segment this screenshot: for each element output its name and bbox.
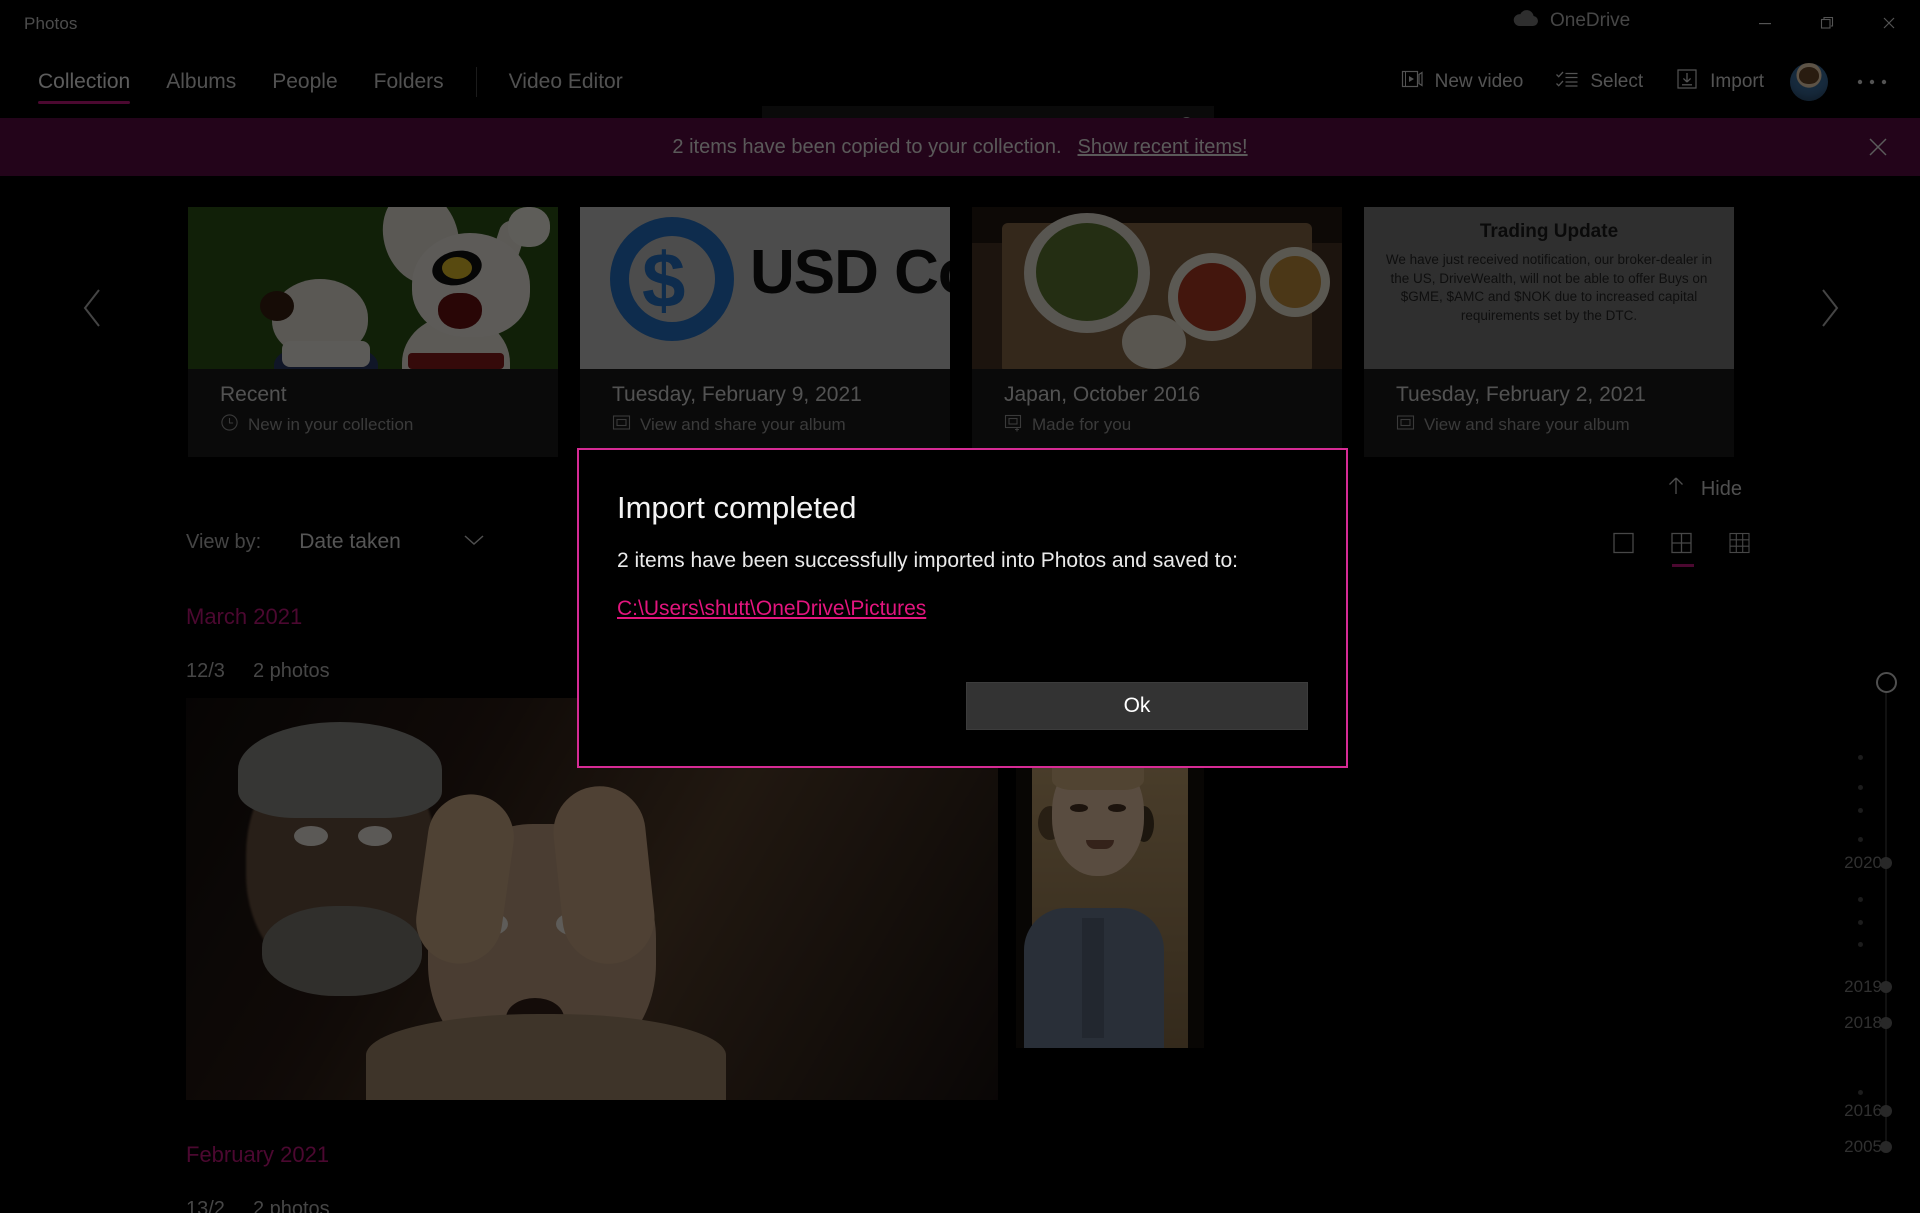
import-completed-dialog: Import completed 2 items have been succe…	[577, 448, 1348, 768]
dialog-body-text: 2 items have been successfully imported …	[617, 549, 1239, 572]
dialog-path-link[interactable]: C:\Users\shutt\OneDrive\Pictures	[617, 597, 926, 621]
dialog-title: Import completed	[617, 490, 857, 525]
dialog-ok-button[interactable]: Ok	[966, 682, 1308, 730]
photos-app-window: Photos OneDrive Co	[0, 0, 1920, 1213]
